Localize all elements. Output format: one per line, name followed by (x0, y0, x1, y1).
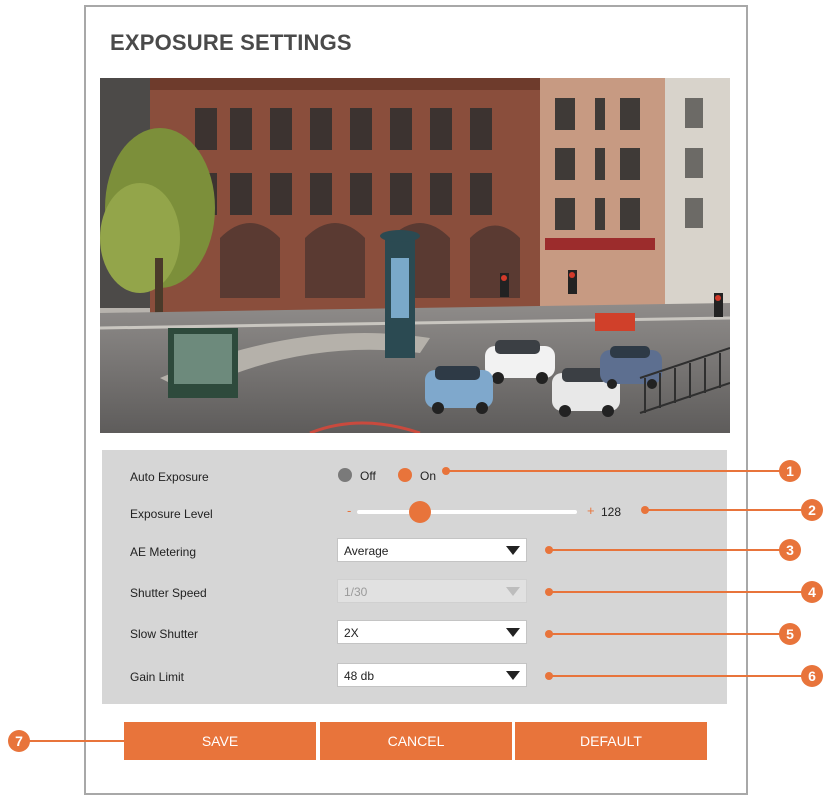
chevron-down-icon (506, 671, 520, 680)
callout-line-4 (549, 591, 803, 593)
exposure-level-value: 128 (601, 505, 622, 519)
exposure-level-label: Exposure Level (130, 507, 213, 521)
save-button[interactable]: SAVE (124, 722, 316, 760)
callout-line-1 (446, 470, 782, 472)
ae-metering-value: Average (344, 544, 389, 558)
auto-exposure-off-radio[interactable] (338, 468, 352, 482)
callout-badge-5: 5 (779, 623, 801, 645)
exposure-level-slider-thumb[interactable] (409, 501, 431, 523)
gain-limit-select[interactable]: 48 db (337, 663, 527, 687)
shutter-speed-select: 1/30 (337, 579, 527, 603)
slow-shutter-select[interactable]: 2X (337, 620, 527, 644)
callout-badge-6: 6 (801, 665, 823, 687)
gain-limit-value: 48 db (344, 669, 375, 683)
default-button[interactable]: DEFAULT (515, 722, 707, 760)
gain-limit-label: Gain Limit (130, 670, 185, 684)
callout-line-6 (549, 675, 803, 677)
callout-badge-2: 2 (801, 499, 823, 521)
callout-badge-4: 4 (801, 581, 823, 603)
exposure-decrease-icon[interactable]: - (347, 503, 351, 518)
chevron-down-icon (506, 587, 520, 596)
auto-exposure-on-label: On (420, 469, 437, 483)
ae-metering-select[interactable]: Average (337, 538, 527, 562)
exposure-level-slider[interactable] (357, 510, 577, 514)
callout-badge-1: 1 (779, 460, 801, 482)
exposure-increase-icon[interactable]: + (587, 503, 595, 518)
camera-preview (100, 78, 730, 433)
slow-shutter-value: 2X (344, 626, 359, 640)
callout-badge-3: 3 (779, 539, 801, 561)
chevron-down-icon (506, 628, 520, 637)
page-title: EXPOSURE SETTINGS (110, 30, 352, 55)
callout-line-5 (549, 633, 782, 635)
auto-exposure-on-radio[interactable] (398, 468, 412, 482)
callout-line-7 (28, 740, 128, 742)
callout-line-2 (645, 509, 803, 511)
shutter-speed-value: 1/30 (344, 585, 368, 599)
chevron-down-icon (506, 546, 520, 555)
cancel-button[interactable]: CANCEL (320, 722, 512, 760)
shutter-speed-label: Shutter Speed (130, 586, 207, 600)
street-scene-image (100, 78, 730, 433)
callout-line-3 (549, 549, 782, 551)
auto-exposure-label: Auto Exposure (130, 470, 209, 484)
ae-metering-label: AE Metering (130, 545, 197, 559)
auto-exposure-off-label: Off (360, 469, 376, 483)
callout-badge-7: 7 (8, 730, 30, 752)
slow-shutter-label: Slow Shutter (130, 627, 199, 641)
